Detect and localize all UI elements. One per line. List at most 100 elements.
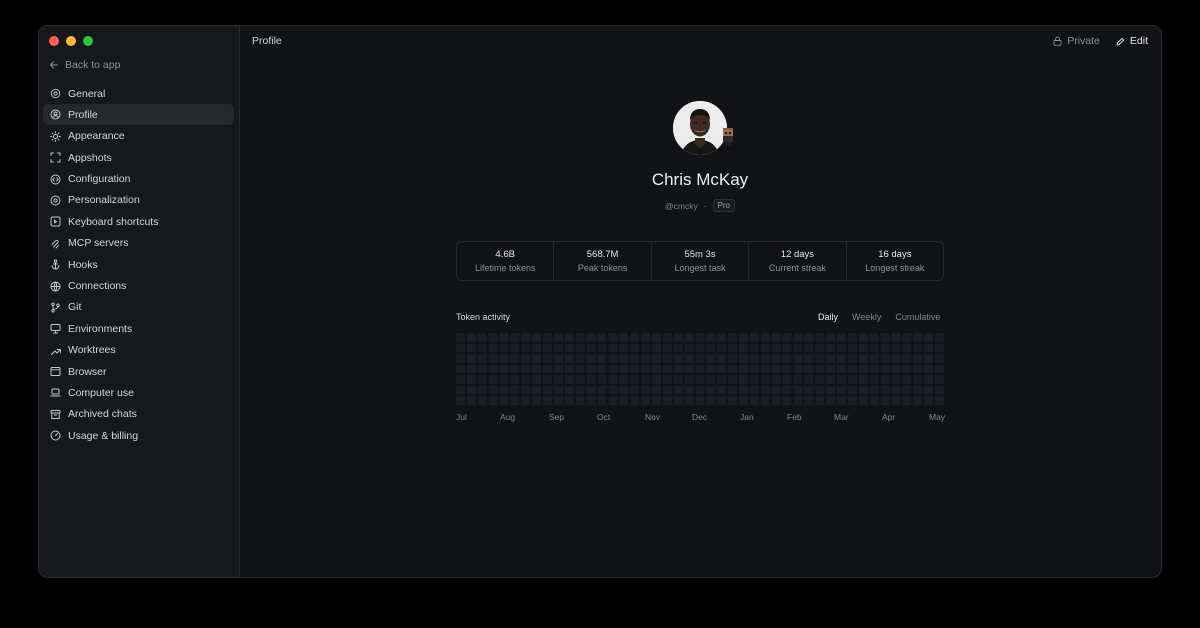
edit-profile-button[interactable]: Edit bbox=[1116, 35, 1148, 47]
heatmap-cell[interactable] bbox=[750, 375, 759, 384]
heatmap-cell[interactable] bbox=[466, 343, 476, 353]
heatmap-cell[interactable] bbox=[717, 396, 727, 405]
heatmap-cell[interactable] bbox=[608, 354, 618, 363]
heatmap-cell[interactable] bbox=[554, 354, 563, 363]
heatmap-cell[interactable] bbox=[619, 396, 629, 405]
heatmap-cell[interactable] bbox=[880, 364, 890, 374]
heatmap-cell[interactable] bbox=[466, 385, 476, 395]
heatmap-cell[interactable] bbox=[848, 343, 857, 353]
heatmap-cell[interactable] bbox=[793, 385, 803, 395]
heatmap-cell[interactable] bbox=[608, 375, 618, 384]
heatmap-cell[interactable] bbox=[488, 375, 498, 384]
heatmap-cell[interactable] bbox=[499, 354, 509, 363]
heatmap-cell[interactable] bbox=[662, 375, 672, 384]
heatmap-cell[interactable] bbox=[717, 375, 727, 384]
heatmap-cell[interactable] bbox=[477, 375, 487, 384]
heatmap-cell[interactable] bbox=[575, 385, 585, 395]
heatmap-cell[interactable] bbox=[597, 343, 607, 353]
heatmap-cell[interactable] bbox=[858, 396, 868, 405]
heatmap-cell[interactable] bbox=[891, 396, 901, 405]
heatmap-cell[interactable] bbox=[815, 333, 825, 342]
heatmap-cell[interactable] bbox=[684, 364, 694, 374]
heatmap-cell[interactable] bbox=[641, 354, 650, 363]
heatmap-cell[interactable] bbox=[739, 354, 748, 363]
heatmap-cell[interactable] bbox=[804, 385, 814, 395]
heatmap-cell[interactable] bbox=[466, 364, 476, 374]
heatmap-cell[interactable] bbox=[826, 364, 836, 374]
heatmap-cell[interactable] bbox=[543, 364, 552, 374]
heatmap-cell[interactable] bbox=[630, 396, 640, 405]
heatmap-cell[interactable] bbox=[619, 333, 629, 342]
heatmap-cell[interactable] bbox=[750, 354, 759, 363]
heatmap-cell[interactable] bbox=[706, 333, 716, 342]
heatmap-cell[interactable] bbox=[739, 375, 748, 384]
heatmap-cell[interactable] bbox=[739, 333, 748, 342]
heatmap-cell[interactable] bbox=[782, 364, 792, 374]
heatmap-cell[interactable] bbox=[913, 385, 923, 395]
heatmap-cell[interactable] bbox=[891, 343, 901, 353]
heatmap-cell[interactable] bbox=[564, 385, 574, 395]
heatmap-cell[interactable] bbox=[652, 396, 661, 405]
heatmap-cell[interactable] bbox=[924, 343, 934, 353]
heatmap-cell[interactable] bbox=[793, 354, 803, 363]
heatmap-cell[interactable] bbox=[717, 385, 727, 395]
heatmap-cell[interactable] bbox=[586, 375, 596, 384]
heatmap-cell[interactable] bbox=[641, 375, 650, 384]
heatmap-cell[interactable] bbox=[630, 354, 640, 363]
heatmap-cell[interactable] bbox=[848, 375, 857, 384]
heatmap-cell[interactable] bbox=[880, 343, 890, 353]
heatmap-cell[interactable] bbox=[695, 343, 705, 353]
heatmap-cell[interactable] bbox=[521, 375, 531, 384]
heatmap-cell[interactable] bbox=[630, 343, 640, 353]
heatmap-cell[interactable] bbox=[935, 364, 944, 374]
heatmap-cell[interactable] bbox=[804, 375, 814, 384]
heatmap-cell[interactable] bbox=[619, 354, 629, 363]
heatmap-cell[interactable] bbox=[880, 333, 890, 342]
heatmap-cell[interactable] bbox=[586, 385, 596, 395]
heatmap-cell[interactable] bbox=[935, 354, 944, 363]
sidebar-item-usage-billing[interactable]: Usage & billing bbox=[43, 425, 234, 446]
heatmap-cell[interactable] bbox=[652, 375, 661, 384]
heatmap-cell[interactable] bbox=[456, 385, 465, 395]
heatmap-cell[interactable] bbox=[641, 343, 650, 353]
heatmap-cell[interactable] bbox=[630, 333, 640, 342]
sidebar-item-archived-chats[interactable]: Archived chats bbox=[43, 404, 234, 425]
heatmap-cell[interactable] bbox=[673, 375, 683, 384]
heatmap-cell[interactable] bbox=[673, 396, 683, 405]
heatmap-cell[interactable] bbox=[652, 343, 661, 353]
heatmap-cell[interactable] bbox=[913, 333, 923, 342]
heatmap-cell[interactable] bbox=[728, 333, 738, 342]
heatmap-cell[interactable] bbox=[586, 396, 596, 405]
sidebar-item-appshots[interactable]: Appshots bbox=[43, 147, 234, 168]
heatmap-cell[interactable] bbox=[456, 354, 465, 363]
heatmap-cell[interactable] bbox=[488, 396, 498, 405]
heatmap-cell[interactable] bbox=[837, 354, 846, 363]
heatmap-cell[interactable] bbox=[477, 354, 487, 363]
heatmap-cell[interactable] bbox=[554, 333, 563, 342]
heatmap-cell[interactable] bbox=[880, 385, 890, 395]
heatmap-cell[interactable] bbox=[717, 354, 727, 363]
heatmap-cell[interactable] bbox=[858, 343, 868, 353]
heatmap-cell[interactable] bbox=[760, 375, 770, 384]
heatmap-cell[interactable] bbox=[924, 396, 934, 405]
heatmap-cell[interactable] bbox=[597, 375, 607, 384]
heatmap-cell[interactable] bbox=[564, 364, 574, 374]
heatmap-cell[interactable] bbox=[488, 354, 498, 363]
heatmap-cell[interactable] bbox=[760, 333, 770, 342]
heatmap-cell[interactable] bbox=[619, 364, 629, 374]
heatmap-cell[interactable] bbox=[771, 364, 781, 374]
heatmap-cell[interactable] bbox=[706, 375, 716, 384]
heatmap-cell[interactable] bbox=[815, 396, 825, 405]
heatmap-cell[interactable] bbox=[869, 333, 879, 342]
heatmap-cell[interactable] bbox=[597, 354, 607, 363]
heatmap-cell[interactable] bbox=[717, 364, 727, 374]
heatmap-cell[interactable] bbox=[815, 375, 825, 384]
heatmap-cell[interactable] bbox=[848, 385, 857, 395]
heatmap-cell[interactable] bbox=[499, 333, 509, 342]
heatmap-cell[interactable] bbox=[456, 333, 465, 342]
heatmap-cell[interactable] bbox=[837, 364, 846, 374]
heatmap-cell[interactable] bbox=[510, 343, 520, 353]
heatmap-cell[interactable] bbox=[564, 333, 574, 342]
heatmap-cell[interactable] bbox=[902, 396, 912, 405]
sidebar-item-hooks[interactable]: Hooks bbox=[43, 254, 234, 275]
